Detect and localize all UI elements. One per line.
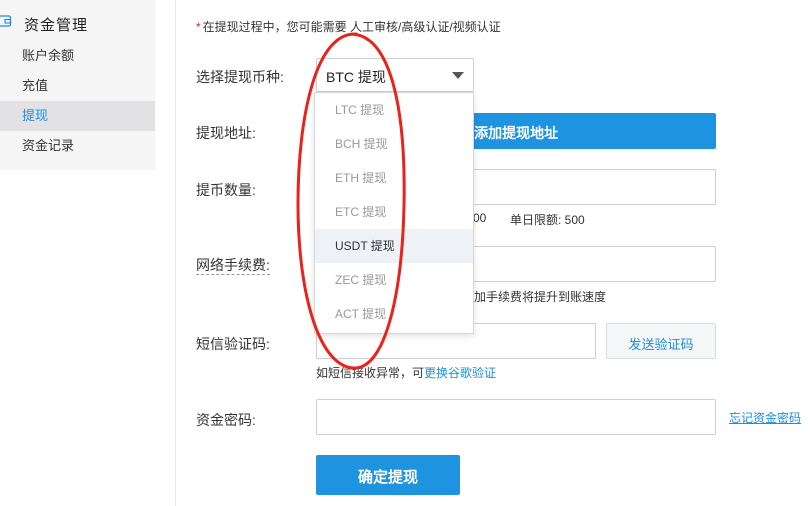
sidebar-item-label: 充值 (22, 78, 49, 93)
sidebar: 资金管理 账户余额 充值 提现 资金记录 (0, 0, 155, 170)
sidebar-item-withdraw[interactable]: 提现 (0, 101, 155, 131)
forgot-password-link[interactable]: 忘记资金密码 (729, 409, 801, 426)
sidebar-item-balance[interactable]: 账户余额 (0, 41, 155, 71)
currency-label: 选择提现币种: (196, 69, 284, 85)
sidebar-item-label: 提现 (22, 108, 49, 123)
fee-label: 网络手续费: (196, 257, 270, 275)
amount-hint: 00 (473, 211, 487, 225)
add-address-label: +添加提现地址 (466, 125, 559, 141)
confirm-label: 确定提现 (357, 469, 418, 486)
amount-label: 提币数量: (196, 182, 256, 198)
password-input[interactable] (316, 399, 716, 435)
sidebar-header: 资金管理 (0, 0, 155, 42)
sidebar-title: 资金管理 (24, 17, 89, 34)
send-code-label: 发送验证码 (628, 337, 694, 352)
divider (175, 0, 176, 506)
sms-label: 短信验证码: (196, 336, 270, 352)
address-label: 提现地址: (196, 125, 256, 141)
sidebar-item-label: 账户余额 (22, 48, 75, 63)
wallet-icon (0, 15, 12, 27)
send-code-button[interactable]: 发送验证码 (606, 323, 716, 359)
caret-down-icon (452, 72, 464, 79)
switch-google-auth-link[interactable]: 更换谷歌验证 (424, 366, 496, 380)
required-star: * (196, 20, 201, 34)
password-label: 资金密码: (196, 412, 256, 428)
red-circle-annotation (296, 32, 406, 370)
sidebar-item-records[interactable]: 资金记录 (0, 131, 155, 161)
sidebar-item-deposit[interactable]: 充值 (0, 71, 155, 101)
fee-hint: 加手续费将提升到账速度 (474, 290, 607, 304)
daily-limit: 单日限额: 500 (510, 213, 585, 227)
confirm-withdraw-button[interactable]: 确定提现 (316, 455, 460, 495)
sidebar-item-label: 资金记录 (22, 138, 75, 153)
